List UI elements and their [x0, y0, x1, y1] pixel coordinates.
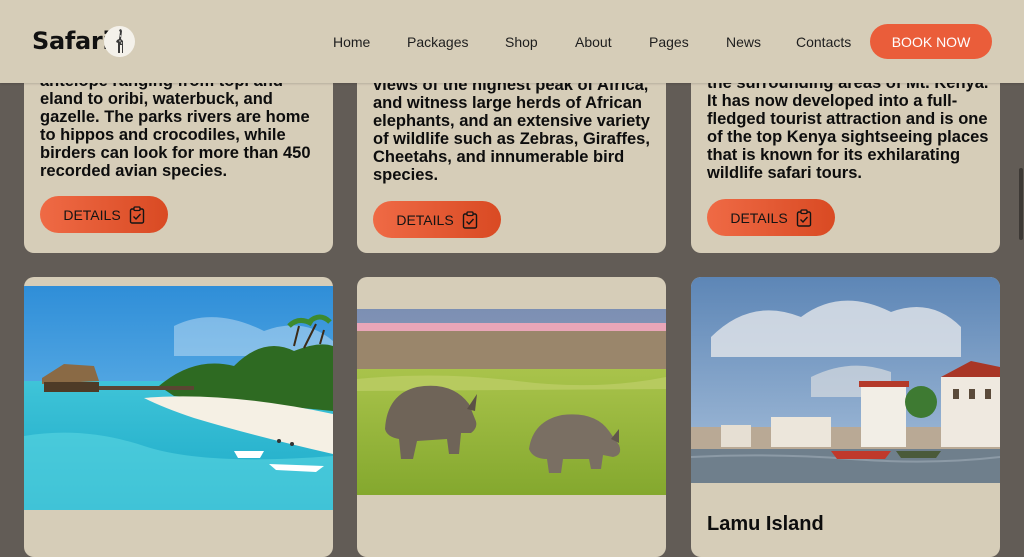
details-label: DETAILS	[63, 206, 121, 223]
tour-card	[24, 277, 333, 557]
clipboard-check-icon	[462, 210, 477, 229]
card-description: antelope ranging from topi and eland to …	[40, 72, 311, 180]
details-label: DETAILS	[730, 209, 788, 226]
card-description: views of the highest peak of Africa, and…	[373, 76, 650, 184]
details-button[interactable]: DETAILS	[707, 199, 835, 236]
clipboard-check-icon	[796, 208, 811, 227]
details-button[interactable]: DETAILS	[373, 201, 501, 238]
nav-packages[interactable]: Packages	[407, 34, 468, 50]
details-label: DETAILS	[396, 211, 454, 228]
nav-about[interactable]: About	[575, 34, 612, 50]
beach-resort-image[interactable]	[24, 286, 333, 510]
nav-contacts[interactable]: Contacts	[796, 34, 851, 50]
clipboard-check-icon	[129, 205, 144, 224]
card-description: the surrounding areas of Mt. Kenya. It h…	[707, 74, 989, 182]
site-header: Safari. Home Packages Shop About Pages N…	[0, 0, 1024, 83]
details-button[interactable]: DETAILS	[40, 196, 168, 233]
tour-card: Lamu Island	[691, 277, 1000, 557]
nav-home[interactable]: Home	[333, 34, 370, 50]
book-now-button[interactable]: BOOK NOW	[870, 24, 992, 59]
tour-card	[357, 277, 666, 557]
page-scrollbar[interactable]	[1019, 168, 1023, 240]
nav-shop[interactable]: Shop	[505, 34, 538, 50]
nav-pages[interactable]: Pages	[649, 34, 689, 50]
card-title: Lamu Island	[707, 513, 824, 535]
lamu-island-image[interactable]	[691, 277, 1000, 483]
rhinos-grassland-image[interactable]	[357, 309, 666, 495]
nav-news[interactable]: News	[726, 34, 761, 50]
